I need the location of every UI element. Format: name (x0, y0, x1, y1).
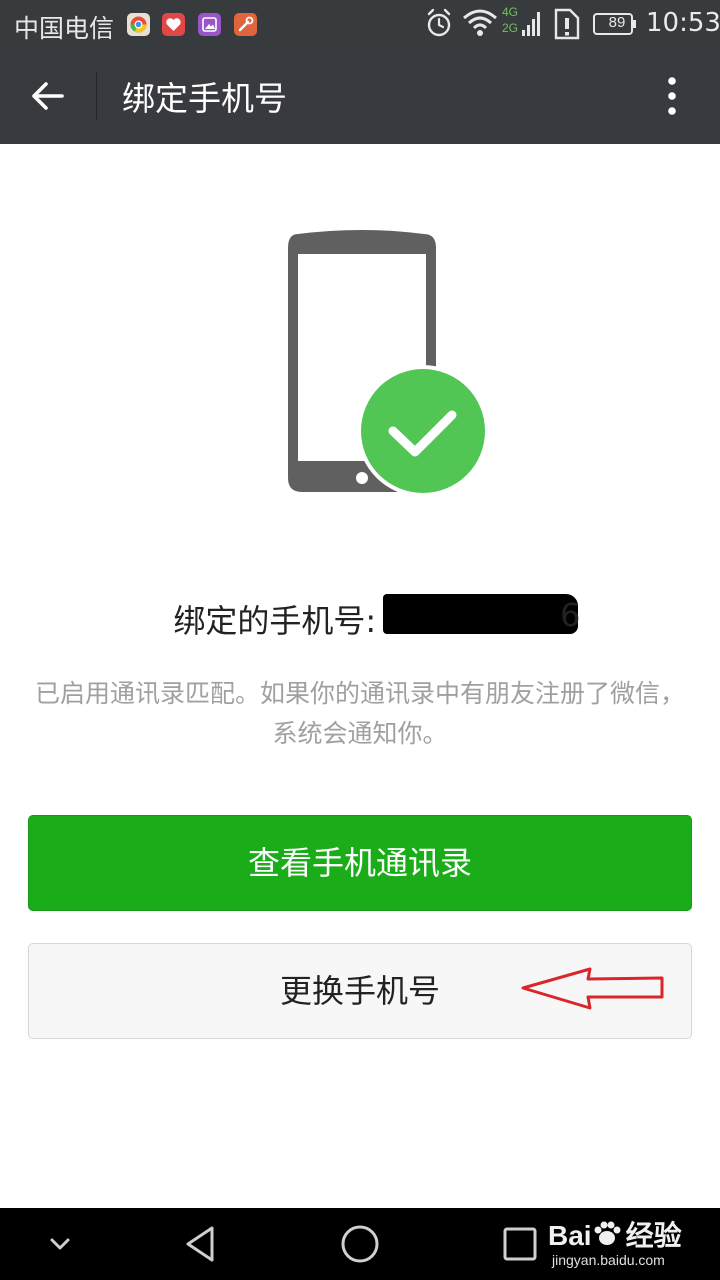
nav-back-icon[interactable] (180, 1208, 220, 1280)
carrier-name: 中国电信 (14, 14, 115, 43)
page-title: 绑定手机号 (122, 79, 287, 118)
app-bar: 绑定手机号 (0, 48, 720, 144)
network-type-4g: 4G (502, 5, 519, 19)
redacted-phone-number (383, 594, 578, 634)
network-type-2g: 2G (502, 21, 519, 35)
annotation-arrow-icon (521, 967, 664, 1010)
phone-check-icon (288, 230, 489, 497)
more-vertical-icon[interactable] (656, 72, 688, 120)
alarm-icon (427, 8, 451, 37)
baidu-jingyan-watermark: Bai 经验 jingyan.baidu.com (548, 1210, 718, 1278)
bound-phone-number: 绑定的手机号: 1 (0, 596, 720, 642)
watermark-brand: Bai 经验 (548, 1220, 682, 1252)
bound-phone-suffix: 6 (560, 596, 581, 634)
arrow-left-icon[interactable] (26, 74, 70, 118)
sim-alert-icon (554, 8, 580, 40)
change-number-label: 更换手机号 (279, 972, 440, 1010)
app-icon-health (162, 13, 185, 36)
app-bar-divider (96, 72, 97, 120)
clock: 10:53 (646, 8, 720, 38)
network-type: 4G 2G (502, 0, 522, 48)
status-bar: 中国电信 4G 2G 89 10:53 (0, 0, 720, 48)
battery-level: 89 (608, 14, 626, 31)
signal-icon (522, 12, 540, 36)
paw-icon (592, 1220, 626, 1252)
chevron-down-icon[interactable] (44, 1208, 76, 1280)
contact-match-description: 已启用通讯录匹配。如果你的通讯录中有朋友注册了微信，系统会通知你。 (34, 679, 685, 748)
app-icon-chrome (127, 13, 150, 36)
nav-recents-icon[interactable] (500, 1208, 540, 1280)
wifi-icon (463, 9, 497, 36)
app-icon-gallery (198, 13, 221, 36)
nav-home-icon[interactable] (338, 1208, 382, 1280)
view-contacts-label: 查看手机通讯录 (247, 844, 472, 882)
watermark-url: jingyan.baidu.com (552, 1252, 665, 1268)
app-icon-tools (234, 13, 257, 36)
bound-phone-label: 绑定的手机号: 1 (173, 602, 407, 640)
view-contacts-button[interactable]: 查看手机通讯录 (28, 815, 692, 911)
